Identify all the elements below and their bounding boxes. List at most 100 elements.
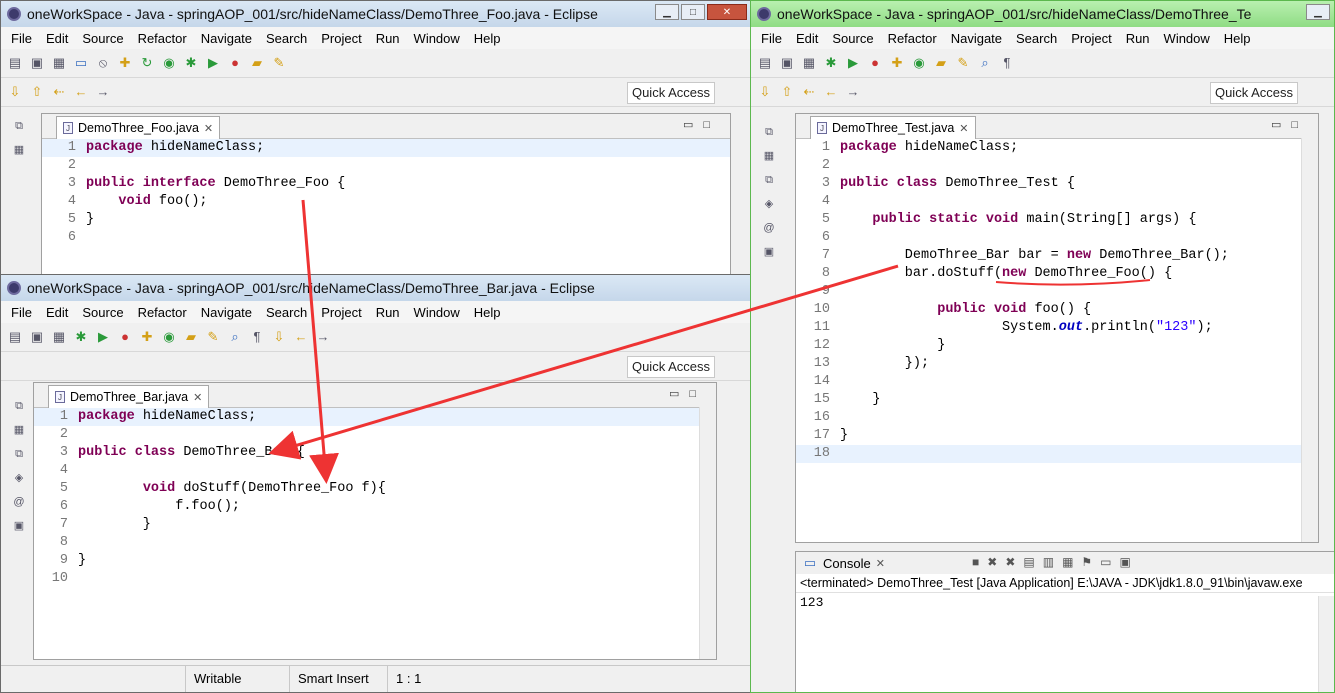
skip-breakpoints-icon[interactable]: ⦸ bbox=[95, 55, 111, 71]
save-all-icon[interactable]: ▦ bbox=[51, 55, 67, 71]
code-line[interactable]: 9 bbox=[796, 283, 1318, 301]
tab-close-icon[interactable]: ✕ bbox=[193, 391, 202, 404]
code-line[interactable]: 10 bbox=[34, 570, 716, 588]
menu-file[interactable]: File bbox=[5, 31, 40, 46]
run-icon[interactable]: ▶ bbox=[95, 329, 111, 345]
run-icon[interactable]: ▶ bbox=[205, 55, 221, 71]
package-explorer-icon[interactable]: ▦ bbox=[12, 143, 26, 157]
run-icon[interactable]: ▶ bbox=[845, 55, 861, 71]
restore-icon[interactable]: ⧉ bbox=[762, 125, 776, 139]
code-line[interactable]: 4 bbox=[34, 462, 716, 480]
menu-refactor[interactable]: Refactor bbox=[132, 31, 195, 46]
menu-project[interactable]: Project bbox=[315, 31, 369, 46]
search-icon[interactable]: ⌕ bbox=[227, 329, 243, 345]
tab-close-icon[interactable]: ✕ bbox=[959, 122, 968, 135]
next-annotation-icon[interactable]: ⇩ bbox=[271, 329, 287, 345]
open-type-icon[interactable]: ✎ bbox=[955, 55, 971, 71]
forward-icon[interactable]: → bbox=[845, 84, 861, 100]
title-bar[interactable]: oneWorkSpace - Java - springAOP_001/src/… bbox=[1, 1, 751, 27]
code-line[interactable]: 2 bbox=[796, 157, 1318, 175]
close-button[interactable]: ✕ bbox=[707, 4, 747, 20]
word-wrap-icon[interactable]: ▦ bbox=[1062, 555, 1073, 569]
open-type-icon[interactable]: ✎ bbox=[271, 55, 287, 71]
quick-access-field[interactable]: Quick Access bbox=[626, 356, 715, 378]
forward-icon[interactable]: → bbox=[95, 84, 111, 100]
code-line[interactable]: 17} bbox=[796, 427, 1318, 445]
debug-icon[interactable]: ✱ bbox=[823, 55, 839, 71]
minimize-button[interactable]: ▁ bbox=[655, 4, 679, 20]
code-line[interactable]: 15 } bbox=[796, 391, 1318, 409]
remove-all-icon[interactable]: ✖ bbox=[1005, 555, 1015, 569]
open-type-icon[interactable]: ✎ bbox=[205, 329, 221, 345]
code-line[interactable]: 6 bbox=[42, 229, 730, 247]
menu-help[interactable]: Help bbox=[468, 305, 509, 320]
declaration-icon[interactable]: ▣ bbox=[762, 245, 776, 259]
package-explorer-icon[interactable]: ▦ bbox=[762, 149, 776, 163]
menu-run[interactable]: Run bbox=[370, 305, 408, 320]
menu-source[interactable]: Source bbox=[826, 31, 881, 46]
previous-annotation-icon[interactable]: ⇧ bbox=[779, 84, 795, 100]
code-line[interactable]: 9} bbox=[34, 552, 716, 570]
menu-navigate[interactable]: Navigate bbox=[195, 305, 260, 320]
last-edit-icon[interactable]: ⇠ bbox=[51, 84, 67, 100]
code-line[interactable]: 7 } bbox=[34, 516, 716, 534]
save-icon[interactable]: ▣ bbox=[29, 329, 45, 345]
debug-icon[interactable]: ✱ bbox=[73, 329, 89, 345]
code-line[interactable]: 14 bbox=[796, 373, 1318, 391]
forward-icon[interactable]: → bbox=[315, 329, 331, 345]
code-line[interactable]: 2 bbox=[42, 157, 730, 175]
tab-close-icon[interactable]: ✕ bbox=[876, 557, 885, 570]
code-line[interactable]: 1 package hideNameClass; bbox=[34, 408, 716, 426]
quick-access-field[interactable]: Quick Access bbox=[1209, 82, 1298, 104]
code-line[interactable]: 3 public interface DemoThree_Foo { bbox=[42, 175, 730, 193]
menu-run[interactable]: Run bbox=[370, 31, 408, 46]
code-line[interactable]: 8 bar.doStuff(new DemoThree_Foo() { bbox=[796, 265, 1318, 283]
remove-launch-icon[interactable]: ✖ bbox=[987, 555, 997, 569]
new-package-icon[interactable]: ✚ bbox=[117, 55, 133, 71]
new-package-icon[interactable]: ✚ bbox=[889, 55, 905, 71]
menu-project[interactable]: Project bbox=[1065, 31, 1119, 46]
pane-controls[interactable]: ▭□ bbox=[669, 387, 706, 400]
menu-project[interactable]: Project bbox=[315, 305, 369, 320]
new-file-icon[interactable]: ▤ bbox=[7, 329, 23, 345]
open-folder-icon[interactable]: ▰ bbox=[249, 55, 265, 71]
clear-console-icon[interactable]: ▤ bbox=[1023, 555, 1034, 569]
editor-tab[interactable]: J DemoThree_Bar.java ✕ bbox=[48, 385, 210, 408]
menu-refactor[interactable]: Refactor bbox=[882, 31, 945, 46]
code-line[interactable]: 3 public class DemoThree_Bar { bbox=[34, 444, 716, 462]
previous-annotation-icon[interactable]: ⇧ bbox=[29, 84, 45, 100]
last-edit-icon[interactable]: ⇠ bbox=[801, 84, 817, 100]
menu-file[interactable]: File bbox=[755, 31, 790, 46]
console-tab[interactable]: ▭ Console ✕ ■ ✖ ✖ ▤ ▥ ▦ ⚑ ▭ ▣ bbox=[796, 552, 1334, 574]
code-line[interactable]: 12 } bbox=[796, 337, 1318, 355]
menu-navigate[interactable]: Navigate bbox=[195, 31, 260, 46]
restore-icon[interactable]: ⧉ bbox=[12, 119, 26, 133]
menu-window[interactable]: Window bbox=[1158, 31, 1218, 46]
code-line[interactable]: 1 package hideNameClass; bbox=[796, 139, 1318, 157]
title-bar[interactable]: oneWorkSpace - Java - springAOP_001/src/… bbox=[1, 275, 751, 301]
vertical-scrollbar[interactable] bbox=[699, 407, 716, 659]
restore-icon[interactable]: ⧉ bbox=[12, 399, 26, 413]
code-line[interactable]: 5} bbox=[42, 211, 730, 229]
external-tools-icon[interactable]: ● bbox=[117, 329, 133, 345]
code-line[interactable]: 4 void foo(); bbox=[42, 193, 730, 211]
title-bar[interactable]: oneWorkSpace - Java - springAOP_001/src/… bbox=[751, 1, 1334, 27]
menu-file[interactable]: File bbox=[5, 305, 40, 320]
external-tools-icon[interactable]: ● bbox=[867, 55, 883, 71]
save-all-icon[interactable]: ▦ bbox=[51, 329, 67, 345]
open-folder-icon[interactable]: ▰ bbox=[933, 55, 949, 71]
menu-edit[interactable]: Edit bbox=[40, 31, 76, 46]
pane-controls[interactable]: ▭□ bbox=[1271, 118, 1308, 131]
menu-source[interactable]: Source bbox=[76, 305, 131, 320]
editor-tab[interactable]: J DemoThree_Test.java ✕ bbox=[810, 116, 976, 139]
menu-refactor[interactable]: Refactor bbox=[132, 305, 195, 320]
code-editor[interactable]: 1 package hideNameClass; 2 3 public class De… bbox=[796, 139, 1318, 463]
menu-window[interactable]: Window bbox=[408, 31, 468, 46]
declaration-icon[interactable]: ▣ bbox=[12, 519, 26, 533]
toggle-mark-icon[interactable]: ¶ bbox=[999, 55, 1015, 71]
menu-navigate[interactable]: Navigate bbox=[945, 31, 1010, 46]
display-console-icon[interactable]: ▭ bbox=[1100, 555, 1111, 569]
next-annotation-icon[interactable]: ⇩ bbox=[7, 84, 23, 100]
new-class-icon[interactable]: ◉ bbox=[911, 55, 927, 71]
external-tools-icon[interactable]: ● bbox=[227, 55, 243, 71]
